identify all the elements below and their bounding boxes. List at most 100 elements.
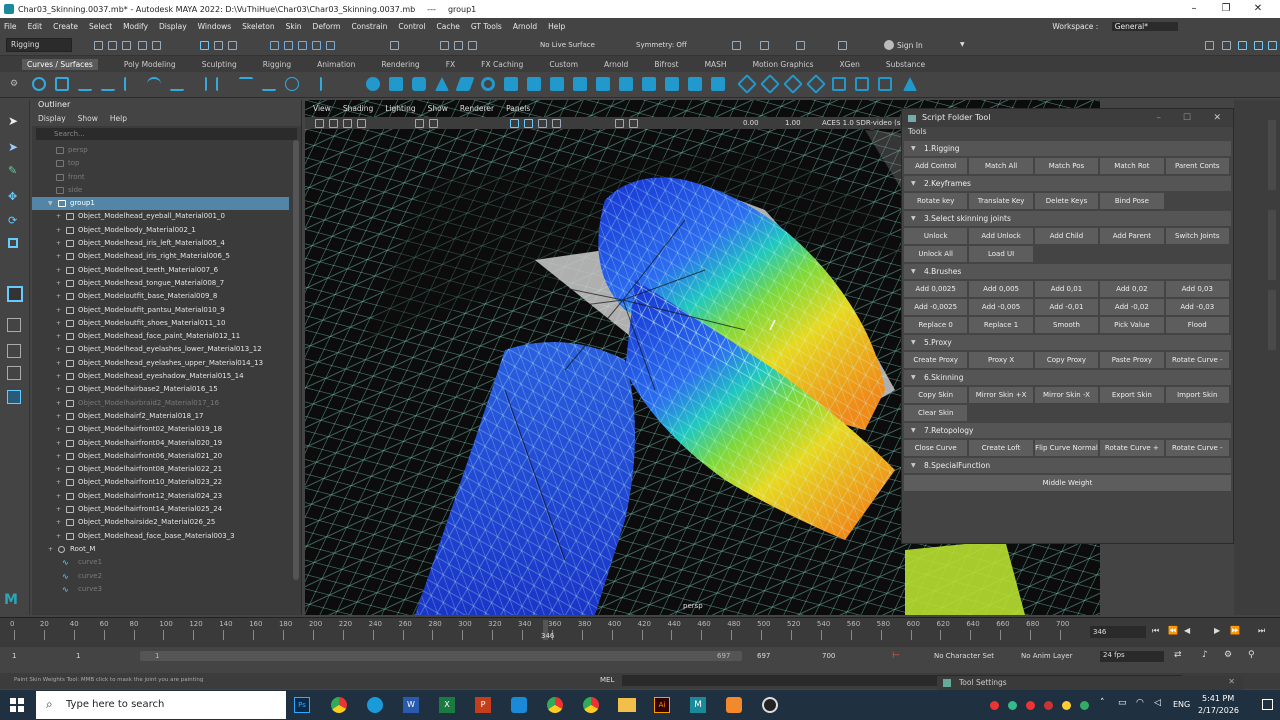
play-forward-icon[interactable]: ▶: [1214, 626, 1220, 635]
script-button[interactable]: Proxy X: [969, 352, 1033, 368]
expand-icon[interactable]: +: [56, 264, 61, 277]
outliner-object-item[interactable]: + Object_Modelhairfront04_Material020_19: [32, 437, 301, 450]
outliner-group-item[interactable]: ▼ group1: [32, 197, 289, 211]
store-icon[interactable]: [511, 697, 527, 713]
section-header[interactable]: 7.Retopology: [904, 423, 1231, 438]
shelf-tab-motion-graphics[interactable]: Motion Graphics: [753, 60, 814, 69]
outliner-object-item[interactable]: + Object_Modelhead_iris_right_Material006…: [32, 250, 301, 263]
range-inner-start-field[interactable]: 1: [76, 652, 80, 660]
script-button[interactable]: Pick Value: [1100, 317, 1164, 333]
section-header[interactable]: 1.Rigging: [904, 141, 1231, 156]
rotate-tool-icon[interactable]: ⟳: [8, 214, 17, 227]
script-button[interactable]: Replace 1: [969, 317, 1033, 333]
select-hierarchy-icon[interactable]: [200, 41, 209, 50]
script-button[interactable]: Add Control: [904, 158, 968, 174]
snap-grid-icon[interactable]: [270, 41, 279, 50]
section-header[interactable]: 6.Skinning: [904, 370, 1231, 385]
snap-surface-icon[interactable]: [326, 41, 335, 50]
attach-curve-icon[interactable]: [193, 77, 207, 91]
detach-curve-icon[interactable]: [216, 77, 230, 91]
offset-curve-icon[interactable]: [239, 77, 253, 91]
reverse-curve-icon[interactable]: [285, 77, 299, 91]
script-button[interactable]: Delete Keys: [1034, 193, 1099, 209]
vp-menu-renderer[interactable]: Renderer: [460, 104, 494, 116]
clock-date[interactable]: 2/17/2026: [1198, 706, 1239, 715]
illustrator-icon[interactable]: Ai: [654, 697, 670, 713]
step-forward-icon[interactable]: ⏩: [1230, 626, 1240, 635]
intersect-icon[interactable]: [737, 74, 757, 94]
outliner-camera-item[interactable]: front: [32, 171, 301, 184]
script-button[interactable]: Copy Skin: [904, 387, 968, 403]
sculpt-geometry-icon[interactable]: [903, 77, 917, 91]
outliner-object-item[interactable]: + Object_Modelhead_eyelashes_upper_Materi…: [32, 357, 301, 370]
outliner-scrollbar[interactable]: [293, 140, 299, 580]
photoshop-icon[interactable]: Ps: [294, 697, 310, 713]
snap-point-icon[interactable]: [298, 41, 307, 50]
outliner-camera-item[interactable]: top: [32, 157, 301, 170]
outliner-object-item[interactable]: + Object_Modelhairside2_Material026_25: [32, 516, 301, 529]
outliner-object-item[interactable]: + Object_Modelhead_teeth_Material007_6: [32, 264, 301, 277]
script-tool-minimize-icon[interactable]: –: [1157, 109, 1162, 127]
outliner-object-item[interactable]: + Object_Modelhead_eyeball_Material001_0: [32, 210, 301, 223]
script-button[interactable]: Load UI: [969, 246, 1033, 262]
outliner-object-item[interactable]: + Object_Modelhead_face_paint_Material012…: [32, 330, 301, 343]
outliner-camera-item[interactable]: persp: [32, 144, 301, 157]
menu-gt-tools[interactable]: GT Tools: [471, 22, 502, 31]
task-view-icon[interactable]: [258, 699, 270, 711]
script-button[interactable]: Bind Pose: [1100, 193, 1164, 209]
birail-icon[interactable]: [596, 77, 610, 91]
script-button[interactable]: Mirror Skin +X: [969, 387, 1033, 403]
maximize-icon[interactable]: ❐: [1210, 0, 1242, 18]
shelf-tab-animation[interactable]: Animation: [317, 60, 355, 69]
volume-icon[interactable]: ◁: [1154, 698, 1161, 708]
minimize-icon[interactable]: –: [1178, 0, 1210, 18]
expand-icon[interactable]: +: [56, 397, 61, 410]
section-header[interactable]: 3.Select skinning joints: [904, 211, 1231, 226]
expand-icon[interactable]: +: [56, 210, 61, 223]
tray-icon-1[interactable]: [990, 701, 999, 710]
section-header[interactable]: 2.Keyframes: [904, 176, 1231, 191]
go-to-start-icon[interactable]: ⏮: [1152, 626, 1159, 636]
textured-icon[interactable]: [538, 119, 547, 128]
tray-icon-5[interactable]: [1062, 701, 1071, 710]
outliner-object-item[interactable]: + Object_Modelhead_face_base_Material003_…: [32, 530, 301, 543]
loop-icon[interactable]: ⇄: [1174, 650, 1182, 660]
outliner-toggle-icon[interactable]: [1268, 41, 1277, 50]
trim-icon[interactable]: [760, 74, 780, 94]
mode-select[interactable]: Rigging: [6, 38, 72, 52]
outliner-object-item[interactable]: + Object_Modeloutfit_pantsu_Material010_9: [32, 304, 301, 317]
outliner-object-item[interactable]: + Object_Modelhairbase2_Material016_15: [32, 383, 301, 396]
outliner-curve-item[interactable]: ∿ curve1: [32, 556, 301, 569]
expand-icon[interactable]: +: [56, 516, 61, 529]
chrome-icon-2[interactable]: [547, 697, 563, 713]
nurbs-square-icon[interactable]: [55, 77, 69, 91]
snap-view-icon[interactable]: [312, 41, 321, 50]
tray-icon-4[interactable]: [1044, 701, 1053, 710]
language-indicator[interactable]: ENG: [1173, 700, 1190, 709]
history-icon[interactable]: [390, 41, 399, 50]
shelf-tab-fx-caching[interactable]: FX Caching: [481, 60, 523, 69]
anim-end-field[interactable]: 700: [822, 652, 835, 660]
tool-settings-close-icon[interactable]: ✕: [1228, 677, 1235, 686]
script-button[interactable]: Rotate Curve -: [1165, 440, 1229, 456]
script-button[interactable]: Add -0,02: [1100, 299, 1164, 315]
torus-icon[interactable]: [481, 77, 495, 91]
menu-cache[interactable]: Cache: [437, 22, 460, 31]
redo-icon[interactable]: [152, 41, 161, 50]
outliner-object-item[interactable]: + Object_Modelhairfront10_Material023_22: [32, 476, 301, 489]
ep-curve-icon[interactable]: [101, 77, 115, 91]
camera-attrs-icon[interactable]: [329, 119, 338, 128]
mel-label[interactable]: MEL: [600, 676, 614, 684]
outliner-menu-help[interactable]: Help: [110, 112, 127, 126]
tray-icon-2[interactable]: [1008, 701, 1017, 710]
tool-settings-icon[interactable]: [1238, 41, 1247, 50]
image-plane-icon[interactable]: [357, 119, 366, 128]
menu-select[interactable]: Select: [89, 22, 112, 31]
panel-toggle-icon[interactable]: [732, 41, 741, 50]
side-tab-modeling-toolkit[interactable]: [1268, 290, 1276, 350]
single-pane-icon[interactable]: [7, 286, 23, 302]
script-button[interactable]: Switch Joints: [1165, 228, 1229, 244]
script-button[interactable]: Create Loft: [969, 440, 1033, 456]
move-tool-icon[interactable]: ✥: [8, 190, 17, 203]
script-button[interactable]: Add 0,0025: [904, 281, 968, 297]
